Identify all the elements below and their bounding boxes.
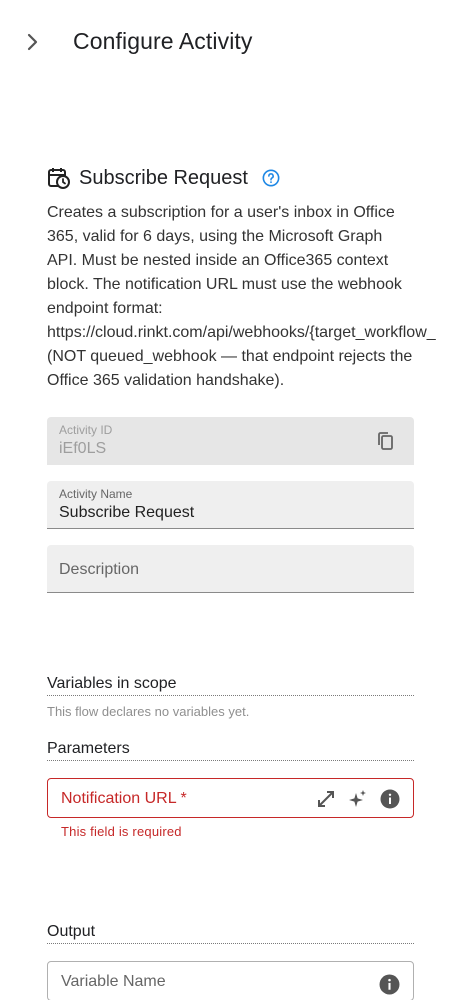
sparkle-icon[interactable]	[347, 788, 369, 810]
activity-name-label: Activity Name	[59, 487, 133, 501]
notification-url-error: This field is required	[61, 824, 182, 839]
activity-name-field[interactable]: Activity Name Subscribe Request	[47, 481, 414, 529]
description-placeholder: Description	[59, 561, 140, 578]
output-section-title: Output	[47, 923, 414, 944]
activity-heading: Subscribe Request	[47, 164, 280, 192]
variables-empty-text: This flow declares no variables yet.	[47, 704, 250, 719]
variable-name-placeholder: Variable Name	[61, 973, 166, 990]
activity-id-field: Activity ID iEf0LS	[47, 417, 414, 465]
variables-section-title: Variables in scope	[47, 675, 414, 696]
activity-name-value: Subscribe Request	[59, 504, 195, 521]
activity-id-label: Activity ID	[59, 423, 113, 437]
expand-icon[interactable]	[315, 788, 337, 810]
notification-url-placeholder: Notification URL *	[61, 790, 187, 807]
copy-icon[interactable]	[376, 431, 396, 451]
notification-url-actions	[315, 788, 401, 810]
chevron-right-icon	[27, 33, 38, 51]
help-circle-icon[interactable]	[262, 169, 280, 187]
page-title: Configure Activity	[73, 28, 253, 54]
description-field[interactable]: Description	[47, 545, 414, 593]
info-icon[interactable]	[379, 788, 401, 810]
activity-description: Creates a subscription for a user's inbo…	[47, 204, 436, 389]
info-icon[interactable]	[379, 974, 400, 995]
variable-name-input[interactable]: Variable Name	[47, 961, 414, 1000]
parameters-section-title: Parameters	[47, 740, 414, 761]
activity-title: Subscribe Request	[79, 166, 248, 189]
notification-url-input[interactable]: Notification URL *	[47, 778, 414, 818]
calendar-clock-icon	[48, 168, 70, 189]
header: Configure Activity	[0, 0, 470, 84]
activity-id-value: iEf0LS	[59, 440, 107, 457]
collapse-panel-button[interactable]	[20, 29, 46, 55]
